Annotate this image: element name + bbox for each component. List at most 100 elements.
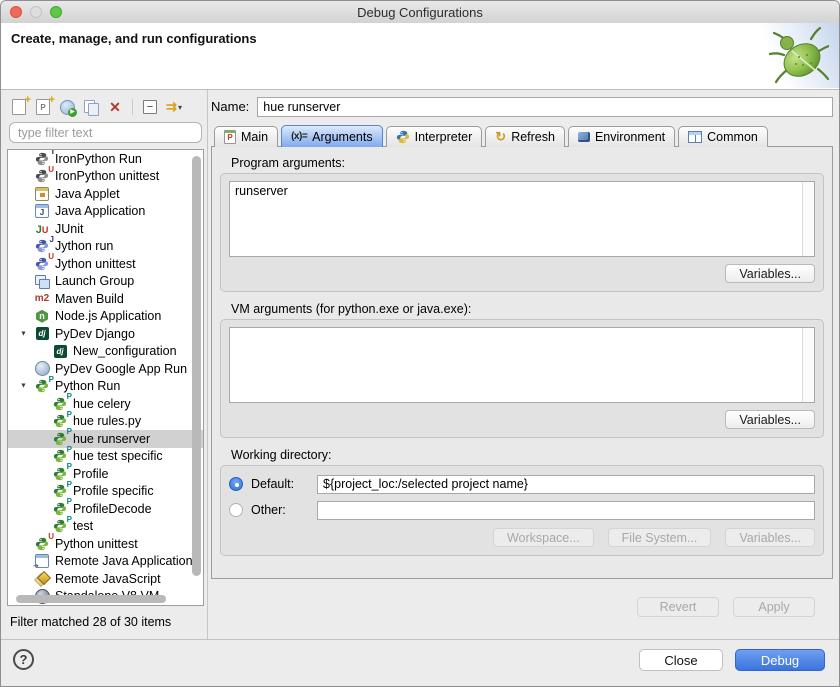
- variables-button[interactable]: Variables...: [725, 528, 815, 547]
- vm-arguments-group: Variables...: [220, 319, 824, 438]
- tree-item-node-js-application[interactable]: nNode.js Application: [8, 308, 203, 326]
- default-radio[interactable]: [229, 477, 243, 491]
- vm-arguments-textarea[interactable]: [229, 327, 815, 403]
- expand-arrow-icon[interactable]: ▼: [20, 330, 27, 337]
- configuration-tree[interactable]: IIronPython RunUIronPython unittestJava …: [7, 149, 204, 606]
- toolbar-separator: [132, 99, 133, 115]
- default-radio-label: Default:: [251, 477, 309, 491]
- workspace-button[interactable]: Workspace...: [493, 528, 594, 547]
- filter-icon[interactable]: ⇉▾: [164, 97, 184, 117]
- revert-button[interactable]: Revert: [637, 597, 719, 617]
- tree-item-launch-group[interactable]: Launch Group: [8, 273, 203, 291]
- python-run-icon: P: [34, 379, 50, 394]
- nodejs-icon: n: [34, 309, 50, 324]
- maven-icon: m2: [34, 291, 50, 306]
- help-button[interactable]: ?: [13, 649, 34, 670]
- tree-item-junit[interactable]: JUJUnit: [8, 220, 203, 238]
- tree-item-python-unittest[interactable]: UPython unittest: [8, 535, 203, 553]
- other-directory-input[interactable]: [317, 501, 815, 520]
- vm-arguments-variables-button[interactable]: Variables...: [725, 410, 815, 429]
- google-app-icon: [34, 361, 50, 376]
- export-configurations-icon[interactable]: ▶: [57, 97, 77, 117]
- tree-item-label: Python unittest: [55, 537, 138, 551]
- tree-item-remote-javascript[interactable]: Remote JavaScript: [8, 570, 203, 588]
- tree-item-profiledecode[interactable]: PProfileDecode: [8, 500, 203, 518]
- apply-button[interactable]: Apply: [733, 597, 815, 617]
- delete-icon[interactable]: ✕: [105, 97, 125, 117]
- python-run-icon: P: [52, 519, 68, 534]
- tree-item-label: New_configuration: [73, 344, 177, 358]
- tree-item-python-run[interactable]: ▼PPython Run: [8, 378, 203, 396]
- tree-item-label: IronPython unittest: [55, 169, 159, 183]
- tree-item-label: Maven Build: [55, 292, 124, 306]
- collapse-all-icon[interactable]: −: [140, 97, 160, 117]
- ironpython-run-icon: I: [34, 151, 50, 166]
- tab-label: Arguments: [312, 130, 372, 144]
- tab-label: Refresh: [511, 130, 555, 144]
- tab-refresh[interactable]: ↻Refresh: [485, 126, 565, 147]
- tree-item-label: Profile specific: [73, 484, 154, 498]
- tree-item-label: Remote JavaScript: [55, 572, 161, 586]
- main-tab-icon: P: [224, 130, 236, 144]
- tree-item-maven-build[interactable]: m2 Maven Build: [8, 290, 203, 308]
- name-input[interactable]: [257, 97, 833, 117]
- working-directory-label: Working directory:: [231, 448, 824, 462]
- other-radio-label: Other:: [251, 503, 309, 517]
- django-icon: dj: [34, 326, 50, 341]
- tree-item-hue-rules-py[interactable]: Phue rules.py: [8, 413, 203, 431]
- tree-item-test[interactable]: Ptest: [8, 518, 203, 536]
- program-arguments-group: runserver Variables...: [220, 173, 824, 292]
- window-title: Debug Configurations: [1, 5, 839, 20]
- sidebar-toolbar: +P+▶ ✕−⇉▾: [7, 95, 204, 119]
- tree-item-java-applet[interactable]: Java Applet: [8, 185, 203, 203]
- tab-main[interactable]: P Main: [214, 126, 278, 147]
- expand-arrow-icon[interactable]: ▼: [20, 383, 27, 390]
- python-run-icon: P: [52, 396, 68, 411]
- tree-item-new-configuration[interactable]: djNew_configuration: [8, 343, 203, 361]
- tree-item-jython-unittest[interactable]: UJython unittest: [8, 255, 203, 273]
- tree-item-java-application[interactable]: JJava Application: [8, 203, 203, 221]
- header-title: Create, manage, and run configurations: [11, 31, 257, 46]
- java-applet-icon: [34, 186, 50, 201]
- tree-item-label: hue test specific: [73, 449, 163, 463]
- other-radio[interactable]: [229, 503, 243, 517]
- default-directory-input[interactable]: [317, 475, 815, 494]
- new-prototype-icon[interactable]: P+: [33, 97, 53, 117]
- tab-common[interactable]: Common: [678, 126, 768, 147]
- duplicate-icon[interactable]: [81, 97, 101, 117]
- tree-item-ironpython-run[interactable]: IIronPython Run: [8, 150, 203, 168]
- environment-tab-icon: [578, 132, 590, 142]
- close-button[interactable]: Close: [639, 649, 723, 671]
- tree-item-pydev-django[interactable]: ▼djPyDev Django: [8, 325, 203, 343]
- tree-vertical-scrollbar[interactable]: [192, 156, 201, 576]
- filter-box: [9, 122, 202, 143]
- tree-item-hue-test-specific[interactable]: Phue test specific: [8, 448, 203, 466]
- tab-label: Main: [241, 130, 268, 144]
- file-system-button[interactable]: File System...: [608, 528, 712, 547]
- tree-item-remote-java-application[interactable]: ➜Remote Java Application: [8, 553, 203, 571]
- tree-item-pydev-google-app-run[interactable]: PyDev Google App Run: [8, 360, 203, 378]
- other-directory-row: Other:: [229, 499, 815, 521]
- program-arguments-variables-button[interactable]: Variables...: [725, 264, 815, 283]
- tree-item-hue-celery[interactable]: Phue celery: [8, 395, 203, 413]
- tab-arguments[interactable]: (x)= Arguments: [281, 125, 383, 147]
- name-row: Name:: [211, 96, 833, 117]
- tree-item-label: Remote Java Application: [55, 554, 193, 568]
- tree-item-jython-run[interactable]: JJython run: [8, 238, 203, 256]
- new-configuration-icon[interactable]: +: [9, 97, 29, 117]
- debug-configurations-dialog: Debug Configurations Create, manage, and…: [0, 0, 840, 687]
- tree-item-profile-specific[interactable]: PProfile specific: [8, 483, 203, 501]
- launch-group-icon: [34, 274, 50, 289]
- tree-item-ironpython-unittest[interactable]: UIronPython unittest: [8, 168, 203, 186]
- tab-label: Interpreter: [415, 130, 473, 144]
- debug-button[interactable]: Debug: [735, 649, 825, 671]
- tree-item-label: JUnit: [55, 222, 83, 236]
- tree-item-hue-runserver[interactable]: Phue runserver: [8, 430, 203, 448]
- program-arguments-textarea[interactable]: runserver: [229, 181, 815, 257]
- arguments-tab-icon: (x)=: [291, 131, 307, 142]
- tree-item-profile[interactable]: PProfile: [8, 465, 203, 483]
- filter-input[interactable]: [9, 122, 202, 143]
- tab-interpreter[interactable]: Interpreter: [386, 126, 483, 147]
- tab-environment[interactable]: Environment: [568, 126, 675, 147]
- tree-horizontal-scrollbar[interactable]: [16, 595, 166, 603]
